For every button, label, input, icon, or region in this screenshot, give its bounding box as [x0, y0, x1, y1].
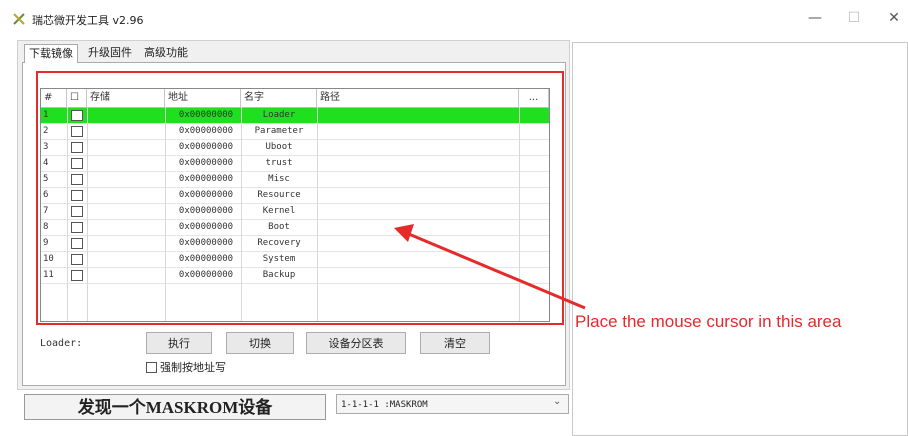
force-address-checkbox[interactable]	[146, 362, 157, 373]
close-button[interactable]: ✕	[884, 10, 904, 26]
app-logo-icon	[13, 13, 25, 25]
tab-advanced[interactable]: 高级功能	[140, 44, 192, 62]
chevron-down-icon[interactable]: ⌄	[553, 396, 561, 407]
partition-table-button[interactable]: 设备分区表	[306, 332, 406, 354]
maximize-button[interactable]: ☐	[844, 10, 864, 26]
status-bar: 发现一个MASKROM设备	[24, 394, 326, 420]
loader-label: Loader:	[40, 338, 83, 349]
execute-button[interactable]: 执行	[146, 332, 212, 354]
annotation-arrow-icon	[394, 224, 586, 310]
clear-button[interactable]: 清空	[420, 332, 490, 354]
tab-download-image[interactable]: 下载镜像	[24, 44, 78, 63]
annotation-text: Place the mouse cursor in this area	[575, 312, 842, 331]
window-title: 瑞芯微开发工具 v2.96	[32, 14, 144, 27]
log-panel	[572, 42, 908, 436]
minimize-button[interactable]: —	[805, 10, 825, 26]
device-select[interactable]: 1-1-1-1 :MASKROM	[336, 394, 569, 414]
switch-button[interactable]: 切换	[226, 332, 294, 354]
force-address-label: 强制按地址写	[160, 361, 226, 374]
tab-upgrade-firmware[interactable]: 升级固件	[84, 44, 136, 62]
